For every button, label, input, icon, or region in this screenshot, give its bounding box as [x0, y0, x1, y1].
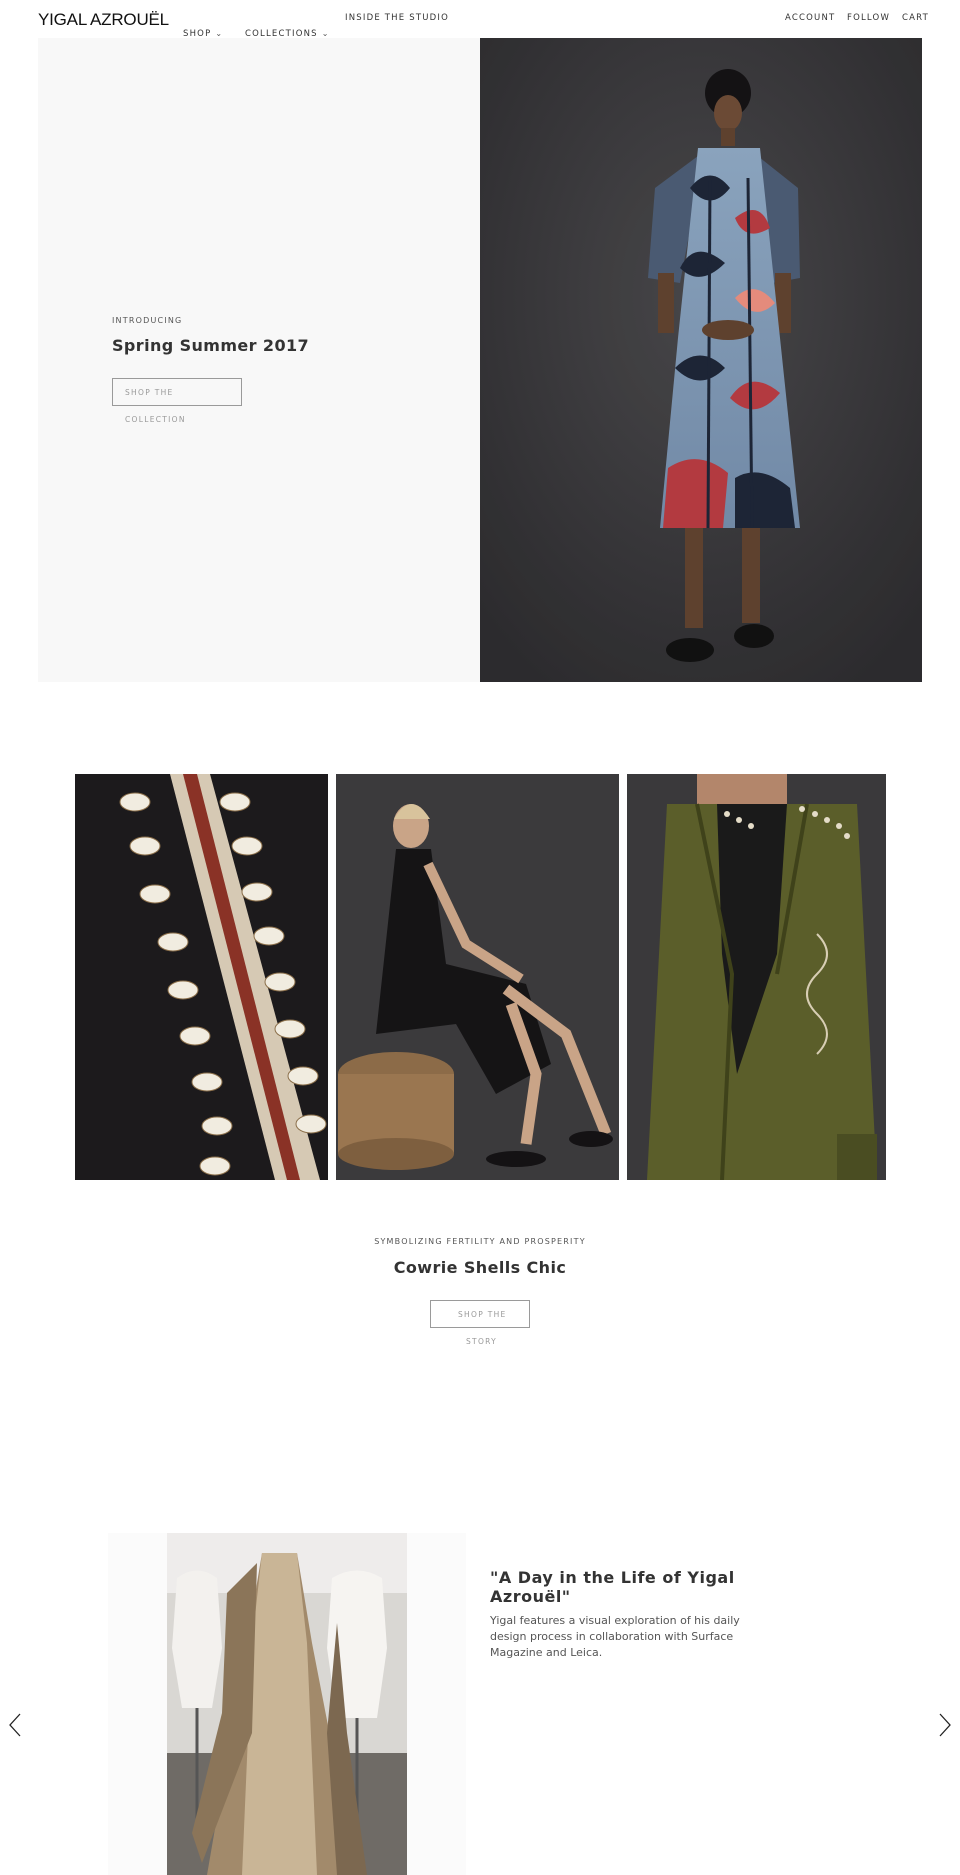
cowrie-embroidery-photo: [75, 774, 328, 1180]
studio-slide-image[interactable]: [167, 1533, 407, 1875]
shop-collection-button-label-overflow[interactable]: COLLECTION: [125, 415, 186, 424]
chevron-right-icon: [939, 1713, 951, 1737]
olive-leather-jacket-photo: [627, 774, 886, 1180]
hero-image[interactable]: [480, 38, 922, 682]
model-seated-photo: [336, 774, 619, 1180]
feature-eyebrow: SYMBOLIZING FERTILITY AND PROSPERITY: [374, 1237, 586, 1246]
nav-inside-studio-label: INSIDE THE STUDIO: [345, 13, 449, 23]
model-printed-dress-photo: [480, 38, 922, 682]
feature-title: Cowrie Shells Chic: [393, 1258, 567, 1277]
nav-inside-studio[interactable]: INSIDE THE STUDIO: [345, 13, 449, 23]
slider-next-button[interactable]: [938, 1712, 952, 1742]
feature-image-model-seated[interactable]: [336, 774, 619, 1180]
nav-account[interactable]: ACCOUNT: [785, 13, 835, 23]
shop-story-button-label: SHOP THE: [458, 1310, 507, 1319]
nav-cart[interactable]: CART: [902, 13, 929, 23]
studio-title: "A Day in the Life of Yigal Azrouël": [490, 1568, 735, 1606]
shop-collection-button-label: SHOP THE: [125, 388, 174, 397]
chevron-down-icon: ⌄: [215, 29, 224, 38]
chevron-left-icon: [9, 1713, 21, 1737]
shop-collection-button[interactable]: SHOP THE: [112, 378, 242, 406]
hero-eyebrow: INTRODUCING: [112, 316, 183, 325]
dress-forms-atelier-photo: [167, 1533, 407, 1875]
feature-image-embroidery[interactable]: [75, 774, 328, 1180]
studio-description: Yigal features a visual exploration of h…: [490, 1614, 740, 1659]
hero-text-panel: INTRODUCING Spring Summer 2017 SHOP THE …: [38, 38, 480, 682]
shop-story-button-label-overflow[interactable]: STORY: [466, 1337, 497, 1346]
brand-logo[interactable]: YIGAL AZROUËL: [38, 10, 169, 30]
chevron-down-icon: ⌄: [321, 29, 330, 38]
shop-story-button[interactable]: SHOP THE: [430, 1300, 530, 1328]
nav-follow[interactable]: FOLLOW: [847, 13, 890, 23]
hero-title: Spring Summer 2017: [112, 336, 310, 355]
feature-image-leather-jacket[interactable]: [627, 774, 886, 1180]
slider-prev-button[interactable]: [8, 1712, 22, 1742]
